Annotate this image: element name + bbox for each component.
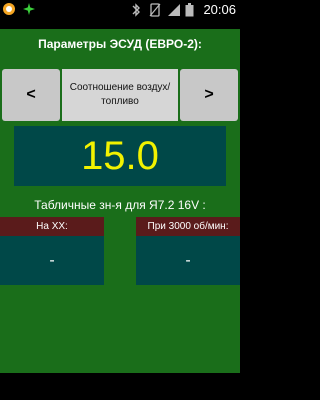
signal-icon bbox=[167, 3, 181, 17]
bluetooth-icon bbox=[131, 3, 145, 17]
settings-notification-icon bbox=[22, 2, 36, 16]
parameter-value: 15.0 bbox=[81, 133, 159, 178]
rpm3000-value-label: При 3000 об/мин: bbox=[136, 217, 240, 236]
page-title: Параметры ЭСУД (ЕВРО-2): bbox=[38, 37, 202, 51]
parameter-selector: < Соотношение воздух/ топливо > bbox=[0, 69, 240, 121]
android-notification-icon bbox=[2, 2, 16, 16]
previous-parameter-button[interactable]: < bbox=[2, 69, 60, 121]
parameter-name-label: Соотношение воздух/ топливо bbox=[62, 69, 178, 121]
battery-icon bbox=[185, 3, 199, 17]
parameters-panel: Параметры ЭСУД (ЕВРО-2): < Соотношение в… bbox=[0, 29, 240, 373]
status-bar: 20:06 bbox=[0, 0, 240, 20]
rpm3000-value: - bbox=[136, 236, 240, 285]
idle-value-label: На ХХ: bbox=[0, 217, 104, 236]
status-time: 20:06 bbox=[203, 2, 236, 17]
table-values-title: Табличные зн-я для Я7.2 16V : bbox=[34, 198, 206, 212]
parameter-value-display: 15.0 bbox=[14, 126, 226, 186]
idle-value: - bbox=[0, 236, 104, 285]
no-sim-icon bbox=[149, 3, 163, 17]
idle-value-card: На ХХ: - bbox=[0, 217, 104, 285]
next-parameter-button[interactable]: > bbox=[180, 69, 238, 121]
rpm3000-value-card: При 3000 об/мин: - bbox=[136, 217, 240, 285]
